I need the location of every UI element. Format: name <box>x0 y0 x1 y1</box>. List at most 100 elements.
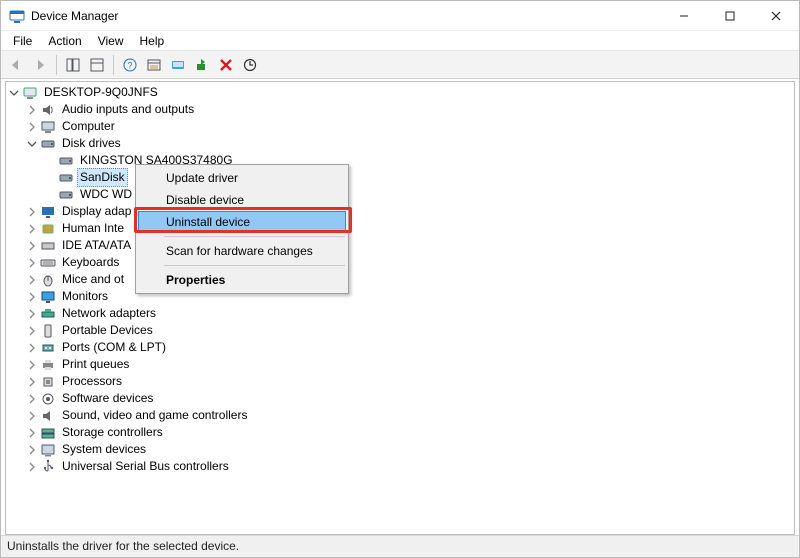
tree-item-label: Software devices <box>60 390 155 407</box>
context-uninstall-device[interactable]: Uninstall device <box>138 211 346 233</box>
app-icon <box>9 8 25 24</box>
properties-button[interactable] <box>143 54 165 76</box>
tree-software[interactable]: Software devices <box>26 390 794 407</box>
context-update-driver[interactable]: Update driver <box>138 167 346 189</box>
menu-action[interactable]: Action <box>40 32 89 50</box>
tree-item-label: Portable Devices <box>60 322 155 339</box>
device-tree-panel: DESKTOP-9Q0JNFS Audio inputs and outputs… <box>5 81 795 535</box>
tree-item-label: WDC WD <box>78 186 134 203</box>
storage-icon <box>40 425 56 441</box>
ports-icon <box>40 340 56 356</box>
action-pane-button[interactable] <box>86 54 108 76</box>
context-separator <box>164 236 345 237</box>
chevron-right-icon[interactable] <box>26 325 38 337</box>
close-button[interactable] <box>753 1 799 31</box>
tree-processors[interactable]: Processors <box>26 373 794 390</box>
tree-sound[interactable]: Sound, video and game controllers <box>26 407 794 424</box>
tree-disk-drives[interactable]: Disk drives <box>26 135 794 152</box>
chevron-down-icon[interactable] <box>26 138 38 150</box>
tree-root[interactable]: DESKTOP-9Q0JNFS <box>8 84 794 101</box>
tree-item-label-selected: SanDisk <box>77 168 128 187</box>
chevron-right-icon[interactable] <box>26 427 38 439</box>
menu-view[interactable]: View <box>90 32 132 50</box>
tree-usb[interactable]: Universal Serial Bus controllers <box>26 458 794 475</box>
chevron-right-icon[interactable] <box>26 223 38 235</box>
toolbar-separator <box>113 55 114 75</box>
title-bar: Device Manager <box>1 1 799 31</box>
show-hide-tree-button[interactable] <box>62 54 84 76</box>
chevron-right-icon[interactable] <box>26 342 38 354</box>
usb-icon <box>40 459 56 475</box>
keyboard-icon <box>40 255 56 271</box>
disk-icon <box>58 170 74 186</box>
tree-item-label: Monitors <box>60 288 110 305</box>
chevron-right-icon[interactable] <box>26 461 38 473</box>
chevron-right-icon[interactable] <box>26 359 38 371</box>
tree-computer[interactable]: Computer <box>26 118 794 135</box>
chevron-right-icon[interactable] <box>26 104 38 116</box>
tree-portable[interactable]: Portable Devices <box>26 322 794 339</box>
uninstall-device-button[interactable] <box>215 54 237 76</box>
network-icon <box>40 306 56 322</box>
chevron-right-icon[interactable] <box>26 206 38 218</box>
monitor-icon <box>40 289 56 305</box>
tree-storage[interactable]: Storage controllers <box>26 424 794 441</box>
forward-button[interactable] <box>29 54 51 76</box>
window-title: Device Manager <box>31 9 118 23</box>
tree-item-label: Computer <box>60 118 117 135</box>
context-properties[interactable]: Properties <box>138 269 346 291</box>
menu-help[interactable]: Help <box>132 32 173 50</box>
mouse-icon <box>40 272 56 288</box>
context-scan-hardware[interactable]: Scan for hardware changes <box>138 240 346 262</box>
chevron-right-icon[interactable] <box>26 121 38 133</box>
hid-icon <box>40 221 56 237</box>
chevron-right-icon[interactable] <box>26 444 38 456</box>
context-separator <box>164 265 345 266</box>
display-icon <box>40 204 56 220</box>
tree-item-label: Universal Serial Bus controllers <box>60 458 231 475</box>
chevron-right-icon[interactable] <box>26 393 38 405</box>
ide-icon <box>40 238 56 254</box>
disk-icon <box>58 153 74 169</box>
chevron-right-icon[interactable] <box>26 274 38 286</box>
help-button[interactable]: ? <box>119 54 141 76</box>
tree-print[interactable]: Print queues <box>26 356 794 373</box>
tree-network[interactable]: Network adapters <box>26 305 794 322</box>
chevron-down-icon[interactable] <box>8 87 20 99</box>
disk-icon <box>40 136 56 152</box>
tree-ports[interactable]: Ports (COM & LPT) <box>26 339 794 356</box>
tree-item-label: IDE ATA/ATA <box>60 237 133 254</box>
update-driver-button[interactable] <box>191 54 213 76</box>
system-icon <box>40 442 56 458</box>
tree-item-label: Human Inte <box>60 220 126 237</box>
sound-icon <box>40 408 56 424</box>
chevron-right-icon[interactable] <box>26 410 38 422</box>
menu-file[interactable]: File <box>5 32 40 50</box>
svg-text:?: ? <box>127 60 132 70</box>
chevron-right-icon[interactable] <box>26 257 38 269</box>
show-hidden-button[interactable] <box>167 54 189 76</box>
chevron-right-icon[interactable] <box>26 308 38 320</box>
back-button[interactable] <box>5 54 27 76</box>
chevron-right-icon[interactable] <box>26 240 38 252</box>
disk-icon <box>58 187 74 203</box>
tree-root-label: DESKTOP-9Q0JNFS <box>42 84 160 101</box>
context-disable-device[interactable]: Disable device <box>138 189 346 211</box>
status-bar: Uninstalls the driver for the selected d… <box>1 535 799 557</box>
tree-item-label: Audio inputs and outputs <box>60 101 196 118</box>
tree-audio[interactable]: Audio inputs and outputs <box>26 101 794 118</box>
tree-item-label: Ports (COM & LPT) <box>60 339 168 356</box>
chevron-right-icon[interactable] <box>26 291 38 303</box>
tree-item-label: Display adap <box>60 203 133 220</box>
chevron-right-icon[interactable] <box>26 376 38 388</box>
tree-item-label: Disk drives <box>60 135 123 152</box>
minimize-button[interactable] <box>661 1 707 31</box>
tree-system[interactable]: System devices <box>26 441 794 458</box>
cpu-icon <box>40 374 56 390</box>
tree-item-label: Storage controllers <box>60 424 165 441</box>
scan-hardware-button[interactable] <box>239 54 261 76</box>
tree-item-label: Mice and ot <box>60 271 126 288</box>
maximize-button[interactable] <box>707 1 753 31</box>
tree-item-label: Network adapters <box>60 305 158 322</box>
tree-item-label: Processors <box>60 373 124 390</box>
